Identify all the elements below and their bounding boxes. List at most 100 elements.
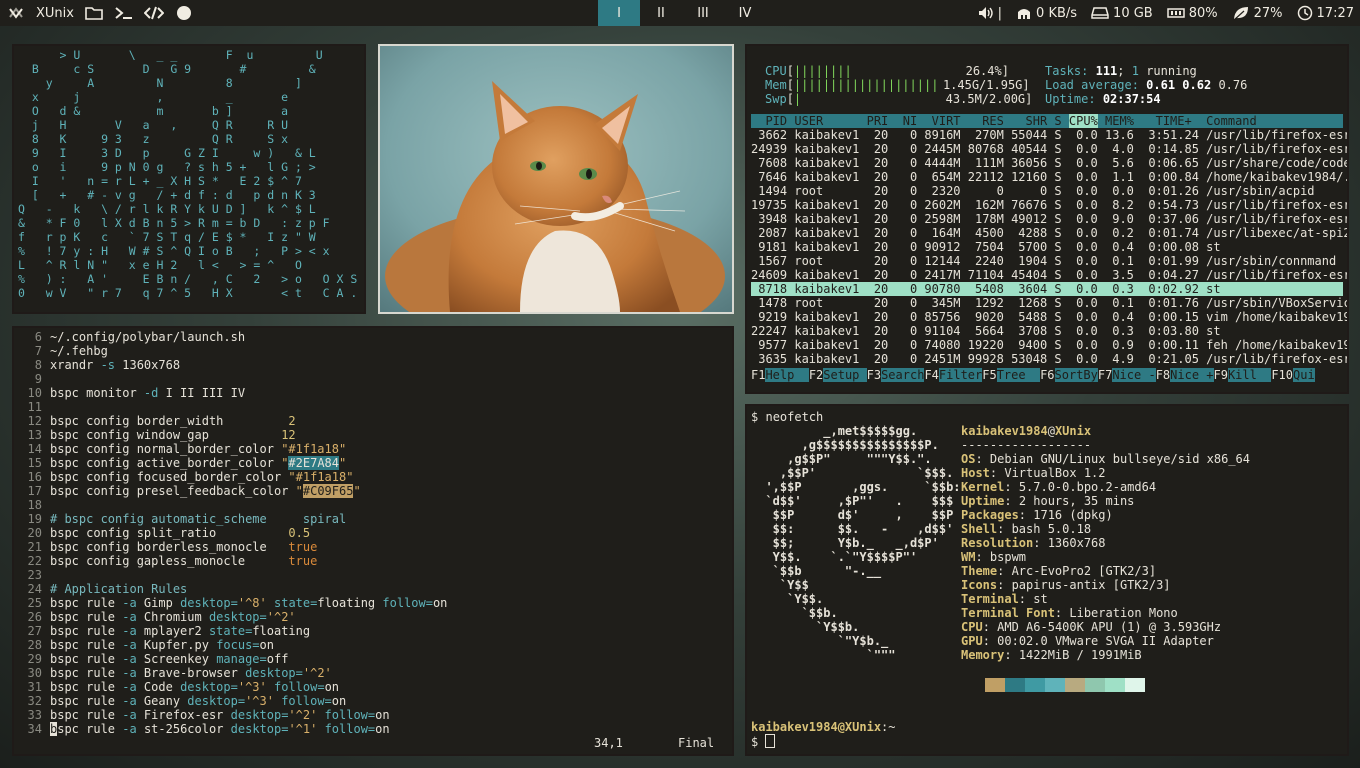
code-token: state=	[208, 624, 253, 638]
process-table-header[interactable]: PID USER PRI NI VIRT RES SHR S CPU% MEM%…	[751, 114, 1343, 128]
process-row[interactable]: 9577 kaibakev1 20 0 74080 19220 9400 S 0…	[751, 338, 1347, 352]
code-token: 0.5	[288, 526, 311, 540]
vim-editor-window[interactable]: 6 ~/.config/polybar/launch.sh 7 ~/.fehbg 8 xr…	[12, 326, 734, 756]
editor-buffer[interactable]: 6 ~/.config/polybar/launch.sh 7 ~/.fehbg 8 xr…	[18, 330, 728, 736]
process-row[interactable]: 3635 kaibakev1 20 0 2451M 99928 53048 S …	[751, 352, 1347, 366]
fkey-f7[interactable]: F7Nice -	[1098, 368, 1156, 382]
line-number: 23	[27, 568, 42, 582]
load-meter: Load average: 0.61 0.62 0.76	[1045, 78, 1247, 92]
matrix-line: y A N 8 ]	[18, 76, 302, 90]
process-row[interactable]: 19735 kaibakev1 20 0 2602M 162M 76676 S …	[751, 198, 1347, 212]
code-line: 13 bspc config window_gap 12	[18, 428, 728, 442]
code-token: "	[295, 484, 303, 498]
color-palette	[985, 678, 1343, 692]
code-line: 26 bspc rule -a Chromium desktop='^2'	[18, 610, 728, 624]
line-number: 11	[27, 400, 42, 414]
fkey-f10[interactable]: F10Qui	[1271, 368, 1315, 382]
logo-line: ,g$$$$$$$$$$$$$$$P.	[751, 438, 939, 452]
fkey-f4[interactable]: F4Filter	[924, 368, 983, 382]
leaf-icon	[1233, 7, 1248, 21]
matrix-line: > U \ _ _ F u U	[18, 48, 323, 62]
code-token: floating	[317, 596, 383, 610]
code-token: Code	[136, 680, 181, 694]
fkey-f6[interactable]: F6SortBy	[1040, 368, 1098, 382]
volume-module[interactable]: |	[978, 6, 1002, 21]
fkey-f5[interactable]: F5Tree	[982, 368, 1041, 382]
process-row[interactable]: 22247 kaibakev1 20 0 91104 5664 3708 S 0…	[751, 324, 1343, 338]
running-label: running	[1146, 64, 1197, 78]
process-row[interactable]: 9219 kaibakev1 20 0 85756 9020 5488 S 0.…	[751, 310, 1347, 324]
image-viewer-window[interactable]	[378, 44, 734, 314]
terminal-icon[interactable]	[114, 3, 134, 23]
mem-meter: Mem[|||||||||||||||||||| 1.45G/1.95G]	[765, 78, 1030, 92]
logo-line: ',$$P ,ggs. `$$b:	[751, 480, 961, 494]
matrix-line: [ + # - v g / + d f : d p d n K 3	[18, 188, 316, 202]
sort-column[interactable]: CPU%	[1068, 114, 1098, 128]
code-token: bspc rule	[50, 610, 123, 624]
folder-icon[interactable]	[84, 3, 104, 23]
code-token: desktop=	[180, 680, 238, 694]
fkey-f2[interactable]: F2Setup	[809, 368, 867, 382]
logo-line: `Y$$	[751, 578, 809, 592]
matrix-line: & * F 0 l X d B n 5 > R m = b D : z p F	[18, 216, 330, 230]
process-row[interactable]: 1567 root 20 0 12144 2240 1904 S 0.0 0.1…	[751, 254, 1343, 268]
bar-title: XUnix	[36, 5, 74, 21]
theme-icon[interactable]	[174, 3, 194, 23]
disk-free: 10 GB	[1113, 5, 1153, 21]
info-separator: ------------------	[961, 438, 1092, 452]
process-row[interactable]: 1478 root 20 0 345M 1292 1268 S 0.0 0.1 …	[751, 296, 1347, 310]
neofetch-terminal[interactable]: $ neofetch _,met$$$$$gg. ,g$$$$$$$$$$$$$…	[745, 404, 1349, 756]
htop-window[interactable]: CPU[|||||||| 26.4%] Mem[|||||||||||||||||…	[745, 44, 1349, 394]
neofetch-command-line: $ neofetch	[751, 410, 1343, 424]
process-table: 3662 kaibakev1 20 0 8916M 270M 55044 S 0…	[751, 128, 1347, 366]
process-row[interactable]: 7646 kaibakev1 20 0 654M 22112 12160 S 0…	[751, 170, 1347, 184]
fkey-key: F9	[1213, 368, 1228, 382]
input-line[interactable]: $	[751, 734, 1343, 749]
info-row: CPU: AMD A6-5400K APU (1) @ 3.593GHz	[961, 620, 1222, 634]
info-key: WM	[961, 550, 976, 564]
workspace-3[interactable]: III	[682, 0, 724, 26]
process-row[interactable]: 24609 kaibakev1 20 0 2417M 71104 45404 S…	[751, 268, 1347, 282]
process-row[interactable]: 24939 kaibakev1 20 0 2445M 80768 40544 S…	[751, 142, 1347, 156]
fkey-f3[interactable]: F3Search	[867, 368, 925, 382]
logo-line: `$$b.	[751, 606, 838, 620]
fkey-f8[interactable]: F8Nice +	[1156, 368, 1214, 382]
info-row: Theme: Arc-EvoPro2 [GTK2/3]	[961, 564, 1157, 578]
process-row[interactable]: 8718 kaibakev1 20 0 90780 5408 3604 S 0.…	[751, 282, 1343, 296]
swap-meter-bar: |	[793, 92, 802, 106]
logo-icon[interactable]	[6, 3, 26, 23]
code-icon[interactable]	[143, 3, 164, 23]
process-row[interactable]: 9181 kaibakev1 20 0 90912 7504 5700 S 0.…	[751, 240, 1343, 254]
volume-separator: |	[997, 5, 1003, 21]
fkey-f1[interactable]: F1Help	[751, 368, 809, 382]
cpu-meter-value: 26.4%	[965, 64, 1002, 78]
workspace-4[interactable]: IV	[724, 0, 766, 26]
header-columns: PID USER PRI NI VIRT RES SHR S	[751, 114, 1069, 128]
code-token: follow=	[317, 722, 376, 736]
cmatrix-window[interactable]: > U \ _ _ F u U B c S D G 9 # & y A N 8 …	[12, 44, 366, 314]
code-token: Firefox-esr	[136, 708, 231, 722]
workspace-1[interactable]: I	[598, 0, 640, 26]
palette-swatch	[1025, 678, 1045, 692]
info-value: papirus-antix [GTK2/3]	[1011, 578, 1171, 592]
process-row[interactable]: 3948 kaibakev1 20 0 2598M 178M 49012 S 0…	[751, 212, 1347, 226]
process-row[interactable]: 2087 kaibakev1 20 0 164M 4500 4288 S 0.0…	[751, 226, 1347, 240]
info-value: 1422MiB / 1991MiB	[1018, 648, 1142, 662]
logo-line: Y$$. `.`"Y$$$$P"'	[751, 550, 918, 564]
mem-meter-label: Mem	[765, 78, 787, 92]
line-number: 18	[27, 498, 42, 512]
process-row[interactable]: 7608 kaibakev1 20 0 4444M 111M 36056 S 0…	[751, 156, 1347, 170]
palette-swatch	[1005, 678, 1025, 692]
process-row[interactable]: 1494 root 20 0 2320 0 0 S 0.0 0.0 0:01.2…	[751, 184, 1343, 198]
network-speed: 0 KB/s	[1036, 5, 1078, 21]
code-token: bspc rule	[50, 596, 123, 610]
code-token: desktop=	[187, 694, 246, 708]
process-row[interactable]: 3662 kaibakev1 20 0 8916M 270M 55044 S 0…	[751, 128, 1347, 142]
info-row: GPU: 00:02.0 VMware SVGA II Adapter	[961, 634, 1214, 648]
fkey-f9[interactable]: F9Kill	[1214, 368, 1272, 382]
code-token: on	[375, 708, 390, 722]
matrix-line: 0 w V " r 7 q 7 ^ 5 H X < t C A .	[18, 286, 358, 300]
logo-line: `$$b "-.__	[751, 564, 882, 578]
workspace-2[interactable]: II	[640, 0, 682, 26]
code-line: 34 bspc rule -a st-256color desktop='^1' …	[18, 722, 728, 736]
